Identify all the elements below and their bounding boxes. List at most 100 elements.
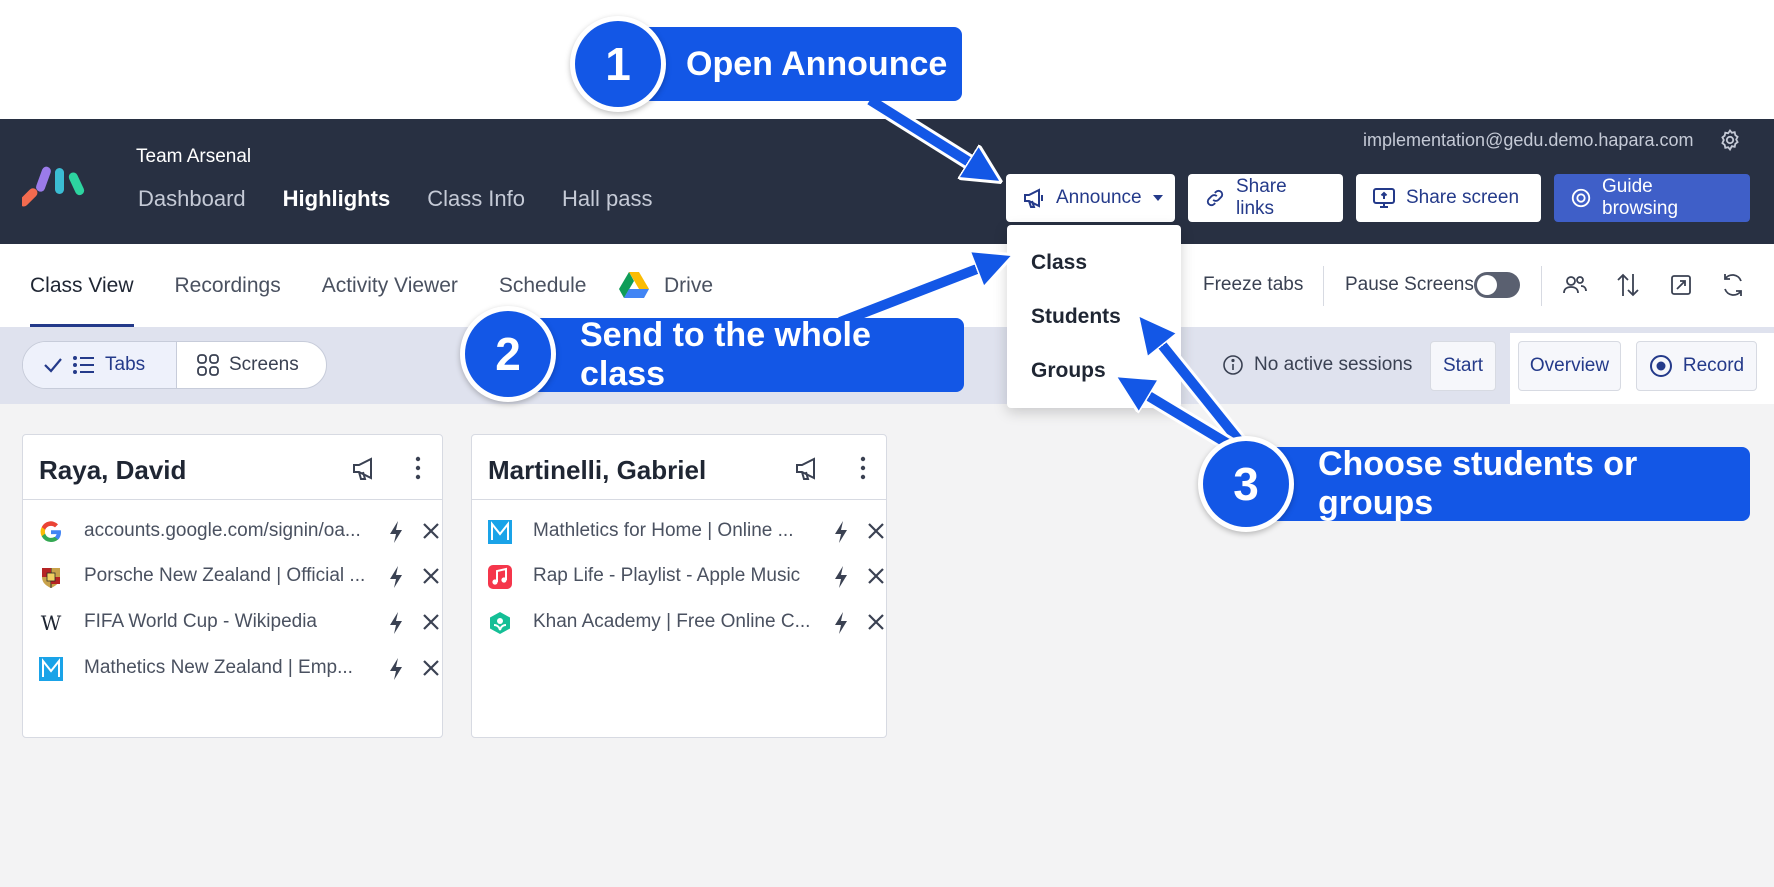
lightning-icon[interactable] <box>832 565 850 589</box>
guide-browsing-button[interactable]: Guide browsing <box>1554 174 1750 222</box>
close-icon[interactable] <box>866 612 886 632</box>
student-card: Martinelli, Gabriel Mathletics for Home … <box>471 434 887 738</box>
share-links-label: Share links <box>1236 176 1287 219</box>
announce-button[interactable]: Announce <box>1006 174 1175 222</box>
megaphone-icon[interactable] <box>794 457 822 481</box>
step2-badge: 2 <box>460 306 556 402</box>
share-screen-button[interactable]: Share screen <box>1356 174 1541 222</box>
announce-menu-groups[interactable]: Groups <box>1031 359 1106 383</box>
view-mode-toggle: Tabs Screens <box>22 341 327 389</box>
pause-screens-toggle[interactable] <box>1474 272 1520 298</box>
record-label: Record <box>1682 355 1745 376</box>
mathletics-icon <box>39 657 63 681</box>
mathletics-icon <box>488 520 512 544</box>
record-icon <box>1649 355 1672 377</box>
tab-title[interactable]: Mathetics New Zealand | Emp... <box>84 657 353 679</box>
callout-step2: Send to the whole class <box>510 316 964 393</box>
team-name: Team Arsenal <box>136 146 252 167</box>
callout-step1-text: Open Announce <box>686 44 948 83</box>
tab-title[interactable]: Mathletics for Home | Online ... <box>533 520 793 542</box>
google-drive-icon[interactable] <box>619 272 649 298</box>
apple-music-icon <box>488 565 512 589</box>
screens-view-button[interactable]: Screens <box>177 342 319 388</box>
callout-step2-text: Send to the whole class <box>580 316 871 393</box>
tab-title[interactable]: Rap Life - Playlist - Apple Music <box>533 565 800 587</box>
browser-tab-row: Mathetics New Zealand | Emp... <box>39 654 439 684</box>
lightning-icon[interactable] <box>832 611 850 635</box>
student-card-header: Raya, David <box>23 435 442 500</box>
announce-label: Announce <box>1056 187 1142 208</box>
tabs-view-label: Tabs <box>105 354 146 375</box>
close-icon[interactable] <box>866 566 886 586</box>
student-name: Raya, David <box>39 455 187 485</box>
tab-schedule[interactable]: Schedule <box>499 274 587 298</box>
freeze-tabs-button[interactable]: Freeze tabs <box>1203 274 1303 296</box>
student-card-header: Martinelli, Gabriel <box>472 435 886 500</box>
record-button[interactable]: Record <box>1636 341 1757 391</box>
kebab-menu-icon[interactable] <box>413 455 423 481</box>
guide-browsing-label: Guide browsing <box>1602 176 1679 219</box>
user-email: implementation@gedu.demo.hapara.com <box>1363 130 1694 150</box>
callout-step3: Choose students or groups <box>1260 445 1750 522</box>
lightning-icon[interactable] <box>387 611 405 635</box>
megaphone-icon[interactable] <box>351 457 379 481</box>
lightning-icon[interactable] <box>387 520 405 544</box>
tab-title[interactable]: accounts.google.com/signin/oa... <box>84 520 361 542</box>
callout-step1: Open Announce <box>620 27 962 101</box>
close-icon[interactable] <box>421 658 441 678</box>
sort-icon[interactable] <box>1616 272 1640 298</box>
lightning-icon[interactable] <box>832 520 850 544</box>
nav-class-info[interactable]: Class Info <box>427 186 525 212</box>
announce-menu-students[interactable]: Students <box>1031 305 1121 329</box>
student-name: Martinelli, Gabriel <box>488 455 707 485</box>
announce-menu-class[interactable]: Class <box>1031 251 1087 275</box>
step1-badge: 1 <box>570 16 666 112</box>
caret-down-icon <box>1152 195 1163 201</box>
tabs-view-button[interactable]: Tabs <box>23 342 177 388</box>
close-icon[interactable] <box>421 612 441 632</box>
student-card: Raya, David accounts.google.com/signin/o… <box>22 434 443 738</box>
tab-activity-viewer[interactable]: Activity Viewer <box>322 274 458 298</box>
browser-tab-row: Porsche New Zealand | Official ... <box>39 562 439 592</box>
wikipedia-icon: W <box>41 611 62 635</box>
kebab-menu-icon[interactable] <box>858 455 868 481</box>
overview-button[interactable]: Overview <box>1518 341 1621 391</box>
users-icon[interactable] <box>1562 273 1588 297</box>
close-icon[interactable] <box>866 521 886 541</box>
gear-icon[interactable] <box>1718 128 1742 152</box>
megaphone-icon <box>1024 188 1043 208</box>
browser-tab-row: Rap Life - Playlist - Apple Music <box>488 562 884 592</box>
tab-recordings[interactable]: Recordings <box>174 274 280 298</box>
callout-step3-text: Choose students or groups <box>1318 445 1638 522</box>
tab-title[interactable]: Khan Academy | Free Online C... <box>533 611 810 633</box>
close-icon[interactable] <box>421 566 441 586</box>
nav-hall-pass[interactable]: Hall pass <box>562 186 652 212</box>
share-links-button[interactable]: Share links <box>1188 174 1343 222</box>
target-icon <box>1571 188 1591 208</box>
divider <box>1323 266 1324 306</box>
announce-dropdown: Class Students Groups <box>1007 225 1181 408</box>
close-icon[interactable] <box>421 521 441 541</box>
session-status-label: No active sessions <box>1254 354 1413 375</box>
lightning-icon[interactable] <box>387 657 405 681</box>
grid-icon <box>197 354 219 376</box>
info-icon <box>1223 355 1243 375</box>
link-icon <box>1206 189 1224 207</box>
overview-label: Overview <box>1529 355 1610 376</box>
tab-title[interactable]: FIFA World Cup - Wikipedia <box>84 611 317 633</box>
tab-class-view[interactable]: Class View <box>30 274 133 298</box>
hapara-logo <box>22 166 85 207</box>
screens-view-label: Screens <box>229 354 299 375</box>
lightning-icon[interactable] <box>387 565 405 589</box>
nav-highlights[interactable]: Highlights <box>283 186 391 212</box>
list-icon <box>73 356 94 374</box>
monitor-icon <box>1373 188 1395 208</box>
expand-icon[interactable] <box>1669 273 1693 297</box>
nav-dashboard[interactable]: Dashboard <box>138 186 246 212</box>
step3-badge: 3 <box>1198 436 1294 532</box>
tab-drive[interactable]: Drive <box>664 274 713 298</box>
tab-title[interactable]: Porsche New Zealand | Official ... <box>84 565 365 587</box>
refresh-icon[interactable] <box>1720 272 1746 298</box>
start-button[interactable]: Start <box>1430 341 1496 391</box>
pause-screens-label: Pause Screens <box>1345 274 1474 295</box>
